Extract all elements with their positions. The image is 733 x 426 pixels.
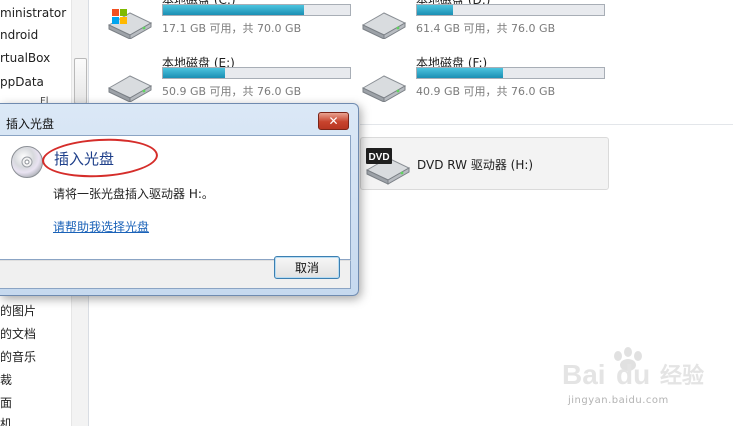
drive-free-space: 40.9 GB 可用，共 76.0 GB [416, 85, 556, 98]
nav-item-partial-cai[interactable]: 裁 [0, 370, 12, 390]
close-button[interactable]: ✕ [318, 112, 349, 130]
nav-item-computer[interactable]: 机 [0, 414, 12, 426]
drive-usage-bar [162, 67, 351, 79]
cd-disc-icon [11, 146, 43, 178]
nav-item-appdata[interactable]: ppData [0, 72, 44, 92]
windows-hard-disk-icon [107, 9, 153, 39]
drive-usage-fill [163, 5, 305, 15]
hard-disk-icon [107, 75, 153, 102]
dialog-message: 请将一张光盘插入驱动器 H:。 [53, 187, 214, 201]
hard-disk-icon [361, 12, 407, 39]
drive-free-space: 61.4 GB 可用，共 76.0 GB [416, 22, 556, 35]
drive-d[interactable]: 本地磁盘 (D:) 61.4 GB 可用，共 76.0 GB [360, 0, 610, 45]
drive-usage-bar [416, 4, 605, 16]
section-divider [360, 124, 733, 125]
dvd-drive-icon: DVD [365, 148, 411, 185]
drive-usage-bar [416, 67, 605, 79]
watermark-url: jingyan.baidu.com [568, 395, 669, 406]
help-choose-disc-link[interactable]: 请帮助我选择光盘 [53, 218, 149, 235]
drive-f[interactable]: 本地磁盘 (F:) 40.9 GB 可用，共 76.0 GB [360, 54, 610, 108]
drive-free-space: 50.9 GB 可用，共 76.0 GB [162, 85, 302, 98]
dvd-drive-h[interactable]: DVD DVD RW 驱动器 (H:) [360, 137, 609, 190]
hard-disk-icon [361, 75, 407, 102]
drive-c[interactable]: 本地磁盘 (C:) 17.1 GB 可用，共 70.0 GB [106, 0, 356, 45]
dvd-drive-label: DVD RW 驱动器 (H:) [417, 158, 534, 172]
cancel-button[interactable]: 取消 [274, 256, 340, 279]
drive-usage-fill [417, 68, 504, 78]
dvd-logo-text: DVD [368, 152, 389, 163]
watermark-du-mark: du [616, 359, 650, 390]
drive-usage-fill [417, 5, 453, 15]
nav-item-administrator[interactable]: ministrator [0, 3, 66, 23]
drive-e[interactable]: 本地磁盘 (E:) 50.9 GB 可用，共 76.0 GB [106, 54, 356, 108]
drive-free-space: 17.1 GB 可用，共 70.0 GB [162, 22, 302, 35]
dialog-content: 插入光盘 请将一张光盘插入驱动器 H:。 请帮助我选择光盘 [0, 135, 351, 260]
annotation-circle [41, 135, 159, 181]
nav-item-pictures[interactable]: 的图片 [0, 301, 36, 321]
watermark-brand: Bai [562, 359, 606, 390]
watermark-brand-right: 经验 [660, 363, 704, 389]
nav-item-documents[interactable]: 的文档 [0, 324, 36, 344]
drive-usage-bar [162, 4, 351, 16]
nav-item-desktop[interactable]: 面 [0, 393, 12, 413]
insert-disc-dialog: 插入光盘 ✕ 插入光盘 请将一张光盘插入驱动器 H:。 请帮助我选择光盘 取消 [0, 103, 359, 296]
nav-scroll-thumb[interactable] [74, 58, 87, 104]
nav-item-android[interactable]: ndroid [0, 25, 38, 45]
dialog-title: 插入光盘 [6, 117, 55, 131]
drive-usage-fill [163, 68, 225, 78]
nav-item-virtualbox[interactable]: rtualBox [0, 48, 50, 68]
nav-item-music[interactable]: 的音乐 [0, 347, 36, 367]
